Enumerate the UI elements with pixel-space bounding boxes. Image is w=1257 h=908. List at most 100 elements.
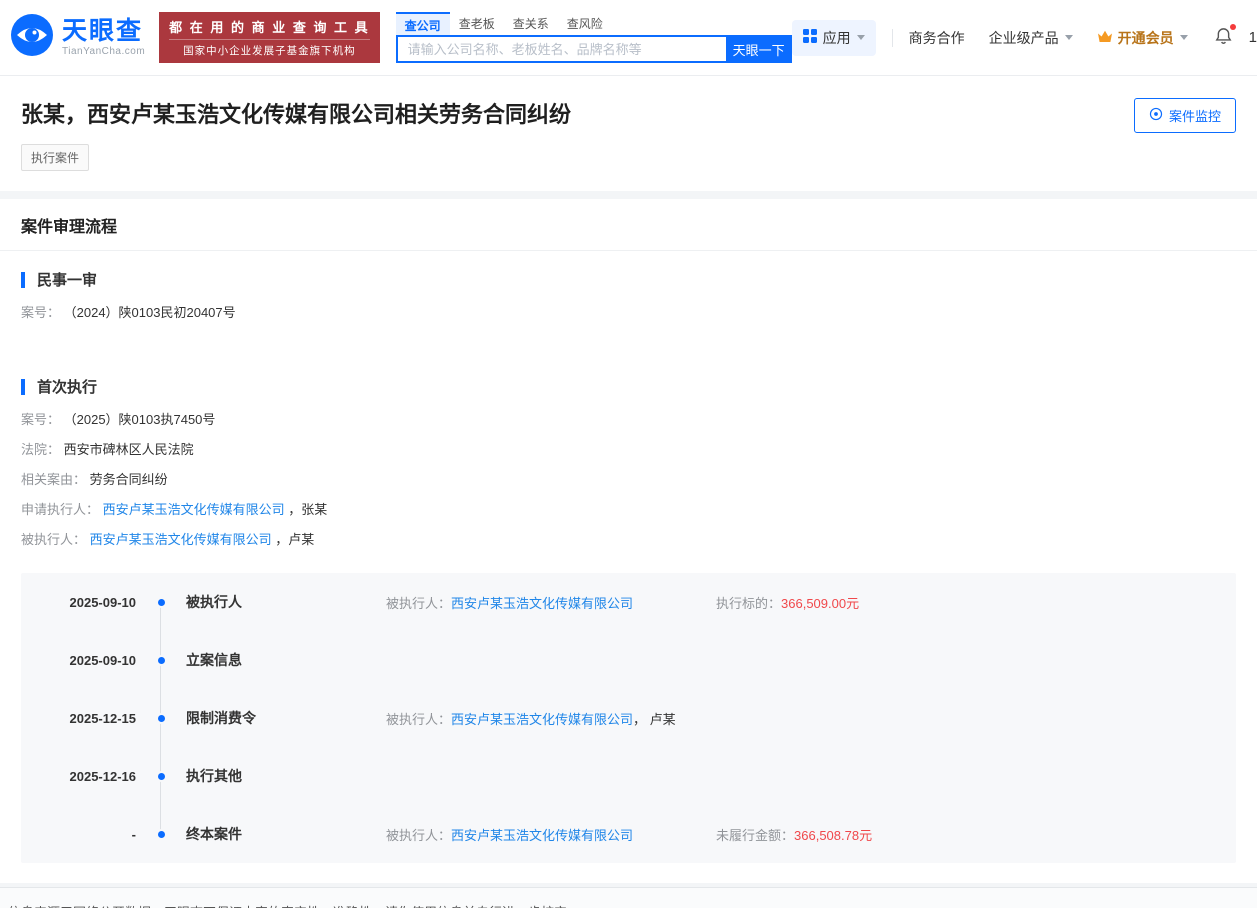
nav-enterprise-label: 企业级产品 <box>988 29 1059 46</box>
search-button[interactable]: 天眼一下 <box>725 35 792 63</box>
stage-civil-first-trial: 民事一审 <box>21 269 1236 290</box>
search-tab-boss[interactable]: 查老板 <box>450 12 504 34</box>
cause-value: 劳务合同纠纷 <box>89 472 168 487</box>
case-process-card: 案件审理流程 民事一审 案号： （2024）陕0103民初20407号 首次执行… <box>0 199 1257 883</box>
executee-row: 被执行人： 西安卢某玉浩文化传媒有限公司 ，卢某 <box>21 525 1236 555</box>
chevron-down-icon <box>1064 35 1073 40</box>
search-input[interactable] <box>395 35 726 63</box>
bell-icon <box>1214 26 1233 49</box>
nav-apps[interactable]: 应用 <box>791 19 876 56</box>
monitor-eye-icon <box>1149 107 1163 124</box>
timeline-node <box>136 631 186 689</box>
timeline-node <box>136 747 186 805</box>
search-tabs: 查公司 查老板 查关系 查风险 <box>395 12 792 36</box>
amount-label: 执行标的： <box>716 595 782 611</box>
nav-enterprise-product[interactable]: 企业级产品 <box>989 28 1073 48</box>
notification-bell[interactable] <box>1214 24 1236 49</box>
amount-value: 366,508.78元 <box>794 827 873 843</box>
court-value: 西安市碑林区人民法院 <box>63 442 194 457</box>
nav-divider <box>891 28 893 47</box>
stage-name: 民事一审 <box>37 272 98 289</box>
applicant-row: 申请执行人： 西安卢某玉浩文化传媒有限公司 ，张某 <box>21 495 1236 525</box>
timeline-dot <box>157 598 165 606</box>
timeline-type: 立案信息 <box>186 652 242 668</box>
company-link[interactable]: 西安卢某玉浩文化传媒有限公司 <box>451 712 633 727</box>
timeline-row: 2025-09-10 被执行人 被执行人：西安卢某玉浩文化传媒有限公司 执行标的… <box>21 573 1236 631</box>
apps-grid-icon <box>802 29 823 46</box>
case-number-value: （2025）陕0103执7450号 <box>63 412 216 427</box>
field-label: 案号： <box>21 305 61 320</box>
stage2-fields: 案号： （2025）陕0103执7450号 法院： 西安市碑林区人民法院 相关案… <box>21 405 1236 555</box>
timeline-node <box>136 805 186 863</box>
chevron-down-icon <box>856 35 865 40</box>
case-type-tag: 执行案件 <box>21 144 90 171</box>
timeline-amount: 未履行金额：366,508.78元 <box>716 825 1236 844</box>
account-phone[interactable]: 186... <box>1249 29 1257 46</box>
company-link[interactable]: 西安卢某玉浩文化传媒有限公司 <box>103 502 285 517</box>
page-title: 张某，西安卢某玉浩文化传媒有限公司相关劳务合同纠纷 <box>21 102 572 127</box>
phone-number: 186... <box>1248 29 1257 46</box>
case-monitor-button[interactable]: 案件监控 <box>1133 98 1236 133</box>
search-area: 查公司 查老板 查关系 查风险 天眼一下 <box>395 12 792 63</box>
search-tab-risk[interactable]: 查风险 <box>558 12 612 34</box>
timeline-type: 限制消费令 <box>186 710 256 726</box>
timeline-dot <box>157 830 165 838</box>
slogan-line-2: 国家中小企业发展子基金旗下机构 <box>169 39 370 58</box>
nav-vip-label: 开通会员 <box>1117 29 1174 46</box>
timeline-row: 2025-09-10 立案信息 <box>21 631 1236 689</box>
timeline-row: - 终本案件 被执行人：西安卢某玉浩文化传媒有限公司 未履行金额：366,508… <box>21 805 1236 863</box>
timeline-type: 执行其他 <box>186 768 242 784</box>
timeline-node <box>136 689 186 747</box>
timeline-date: 2025-12-16 <box>69 768 137 784</box>
case-number-row: 案号： （2024）陕0103民初20407号 <box>21 298 1236 328</box>
disclaimer-footer: 信息来源于网络公开数据，天眼查不保证内容的真实性、准确性，请你使用信息前自行进一… <box>0 887 1257 908</box>
tianyancha-logo[interactable]: 天眼查 TianYanCha.com <box>10 13 145 62</box>
court-row: 法院： 西安市碑林区人民法院 <box>21 435 1236 465</box>
search-tab-relation[interactable]: 查关系 <box>504 12 558 34</box>
timeline-row: 2025-12-16 执行其他 <box>21 747 1236 805</box>
timeline-date: - <box>131 826 136 842</box>
timeline-date: 2025-12-15 <box>69 710 137 726</box>
field-label: 法院： <box>21 442 61 457</box>
case-header-section: 张某，西安卢某玉浩文化传媒有限公司相关劳务合同纠纷 执行案件 案件监控 <box>0 76 1257 191</box>
stage-name: 首次执行 <box>37 379 98 396</box>
amount-label: 未履行金额： <box>716 827 795 843</box>
nav-apps-label: 应用 <box>822 29 851 46</box>
timeline-node <box>136 573 186 631</box>
timeline-date: 2025-09-10 <box>69 652 137 668</box>
stage-first-execution: 首次执行 <box>21 376 1236 397</box>
case-number-row: 案号： （2025）陕0103执7450号 <box>21 405 1236 435</box>
card-body: 民事一审 案号： （2024）陕0103民初20407号 首次执行 案号： （2… <box>0 269 1257 883</box>
company-link[interactable]: 西安卢某玉浩文化传媒有限公司 <box>90 532 272 547</box>
execution-timeline: 2025-09-10 被执行人 被执行人：西安卢某玉浩文化传媒有限公司 执行标的… <box>21 573 1236 863</box>
company-link[interactable]: 西安卢某玉浩文化传媒有限公司 <box>451 828 633 843</box>
party-label: 被执行人： <box>386 827 452 843</box>
cause-row: 相关案由： 劳务合同纠纷 <box>21 465 1236 495</box>
field-label: 相关案由： <box>21 472 87 487</box>
stage-accent-bar <box>21 271 25 288</box>
case-monitor-label: 案件监控 <box>1168 109 1221 124</box>
brand-slogan-badge: 都 在 用 的 商 业 查 询 工 具 国家中小企业发展子基金旗下机构 <box>159 12 380 63</box>
brand-domain: TianYanCha.com <box>62 46 146 57</box>
company-link[interactable]: 西安卢某玉浩文化传媒有限公司 <box>451 596 633 611</box>
section-title: 案件审理流程 <box>0 199 1257 251</box>
field-label: 申请执行人： <box>21 502 100 517</box>
field-label: 被执行人： <box>21 532 87 547</box>
timeline-dot <box>157 772 165 780</box>
timeline-dot <box>157 656 165 664</box>
timeline-type: 被执行人 <box>186 594 242 610</box>
party-label: 被执行人： <box>386 595 452 611</box>
slogan-line-1: 都 在 用 的 商 业 查 询 工 具 <box>169 20 370 35</box>
case-number-value: （2024）陕0103民初20407号 <box>63 305 236 320</box>
party-label: 被执行人： <box>386 711 452 727</box>
applicant-suffix: ，张某 <box>288 502 328 517</box>
nav-business-cooperation[interactable]: 商务合作 <box>909 28 965 48</box>
search-tab-company[interactable]: 查公司 <box>395 12 450 36</box>
timeline-party: 被执行人：西安卢某玉浩文化传媒有限公司， 卢某 <box>386 709 716 728</box>
logo-text: 天眼查 TianYanCha.com <box>62 18 145 57</box>
notification-dot <box>1229 24 1236 30</box>
crown-icon <box>1097 30 1118 46</box>
timeline-amount: 执行标的：366,509.00元 <box>716 593 1236 612</box>
nav-open-vip[interactable]: 开通会员 <box>1097 28 1188 48</box>
